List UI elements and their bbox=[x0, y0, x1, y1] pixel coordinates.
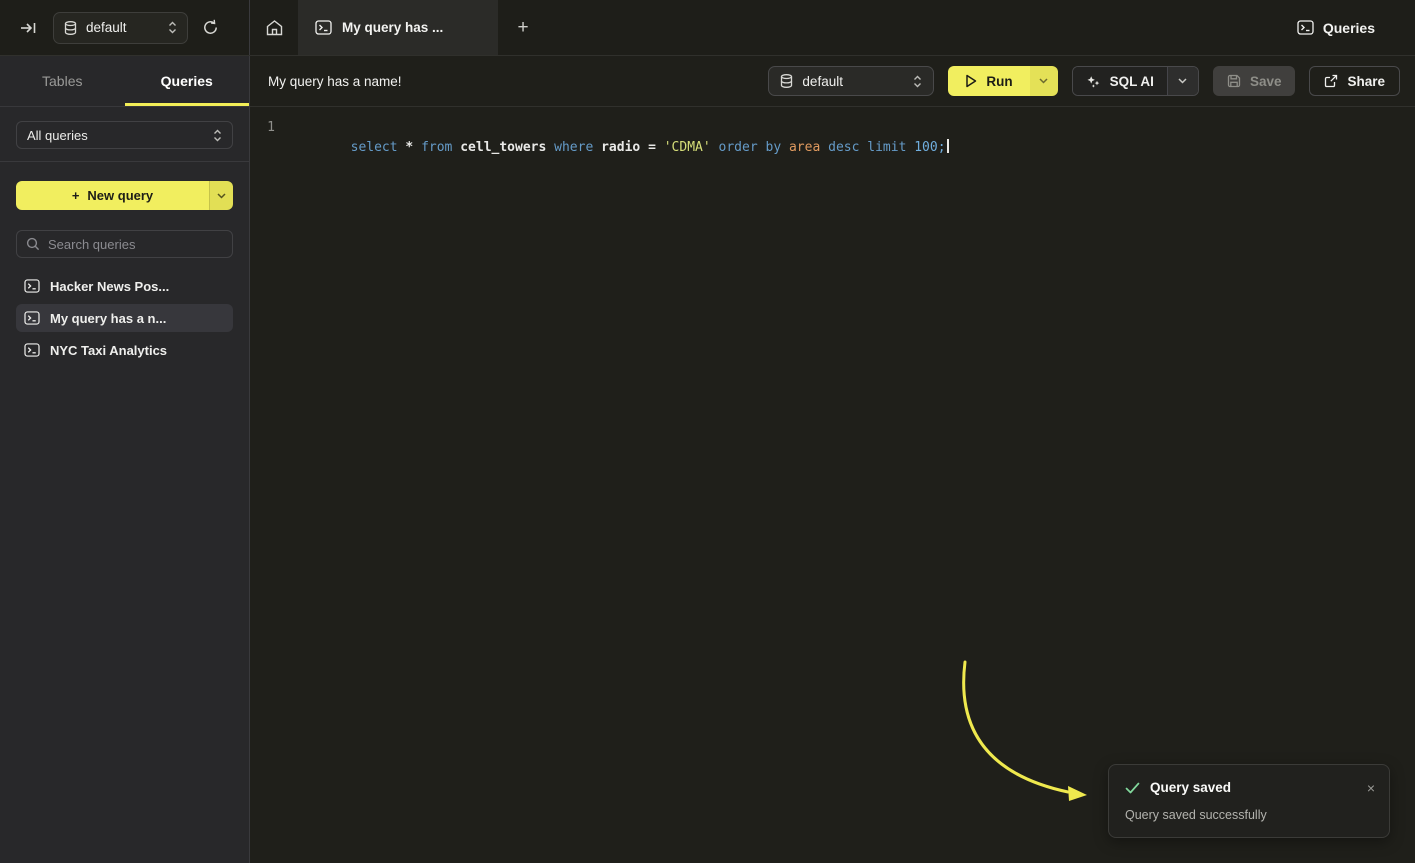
sql-token: by bbox=[766, 140, 789, 155]
play-icon bbox=[965, 74, 977, 88]
run-options-dropdown[interactable] bbox=[1030, 66, 1058, 96]
query-list-item[interactable]: My query has a n... bbox=[16, 304, 233, 332]
sql-token: = bbox=[648, 140, 664, 155]
sql-token: area bbox=[789, 140, 828, 155]
database-icon bbox=[780, 74, 793, 88]
top-bar-left: default bbox=[0, 0, 250, 55]
toolbar-database-selector[interactable]: default bbox=[768, 66, 934, 96]
refresh-icon[interactable] bbox=[202, 19, 219, 36]
chevron-down-icon bbox=[217, 193, 226, 199]
main-panel: My query has a name! default bbox=[250, 56, 1415, 863]
tab-tables-label: Tables bbox=[42, 73, 82, 89]
run-button-label: Run bbox=[986, 74, 1012, 89]
tab-queries[interactable]: Queries bbox=[125, 56, 250, 106]
query-header: My query has a name! default bbox=[250, 56, 1415, 107]
query-item-label: NYC Taxi Analytics bbox=[50, 343, 167, 358]
chevron-down-icon bbox=[1178, 78, 1187, 84]
sql-token: radio bbox=[601, 140, 648, 155]
query-terminal-icon bbox=[24, 343, 40, 357]
collapse-sidebar-icon[interactable] bbox=[20, 21, 37, 35]
new-query-dropdown[interactable] bbox=[209, 181, 233, 210]
sidebar: Tables Queries All queries + New query bbox=[0, 56, 250, 863]
sidebar-divider bbox=[0, 161, 249, 162]
query-list: Hacker News Pos... My query has a n... bbox=[16, 272, 233, 364]
sql-token: select bbox=[351, 140, 406, 155]
tab-strip: My query has ... + Queries bbox=[250, 0, 1415, 55]
tab-tables[interactable]: Tables bbox=[0, 56, 125, 106]
query-terminal-icon bbox=[24, 279, 40, 293]
sql-token: 100; bbox=[914, 140, 945, 155]
new-tab-button[interactable]: + bbox=[498, 0, 548, 55]
sql-ai-dropdown[interactable] bbox=[1167, 67, 1198, 95]
home-button[interactable] bbox=[250, 0, 298, 55]
query-list-item[interactable]: NYC Taxi Analytics bbox=[16, 336, 233, 364]
sparkles-icon bbox=[1086, 74, 1101, 89]
toast-query-saved: Query saved × Query saved successfully bbox=[1108, 764, 1390, 838]
share-button[interactable]: Share bbox=[1309, 66, 1400, 96]
sql-token: desc bbox=[828, 140, 867, 155]
line-number: 1 bbox=[250, 118, 288, 138]
toast-message: Query saved successfully bbox=[1125, 808, 1375, 822]
run-button-group: Run bbox=[948, 66, 1057, 96]
search-queries-input[interactable] bbox=[48, 237, 223, 252]
database-selector[interactable]: default bbox=[53, 12, 188, 44]
plus-icon: + bbox=[517, 17, 528, 39]
save-disk-icon bbox=[1227, 74, 1241, 88]
query-terminal-icon bbox=[24, 311, 40, 325]
tab-my-query[interactable]: My query has ... bbox=[298, 0, 498, 55]
sidebar-tabs: Tables Queries bbox=[0, 56, 249, 107]
sql-token: cell_towers bbox=[460, 140, 554, 155]
search-icon bbox=[26, 237, 40, 251]
query-item-label: Hacker News Pos... bbox=[50, 279, 169, 294]
query-filter-value: All queries bbox=[27, 128, 213, 143]
sql-token: * bbox=[405, 140, 421, 155]
top-bar: default bbox=[0, 0, 1415, 56]
queries-terminal-icon bbox=[1297, 20, 1314, 35]
sql-ai-button-group: SQL AI bbox=[1072, 66, 1199, 96]
save-button-label: Save bbox=[1250, 74, 1282, 89]
new-query-label: New query bbox=[87, 188, 153, 203]
query-list-item[interactable]: Hacker News Pos... bbox=[16, 272, 233, 300]
toolbar-database-value: default bbox=[802, 74, 904, 89]
new-query-button[interactable]: + New query bbox=[16, 181, 233, 210]
home-icon bbox=[266, 20, 283, 36]
plus-icon: + bbox=[72, 188, 80, 203]
sql-token: from bbox=[421, 140, 460, 155]
sql-token: 'CDMA' bbox=[664, 140, 719, 155]
run-button[interactable]: Run bbox=[948, 66, 1029, 96]
chevron-updown-icon bbox=[168, 21, 177, 34]
sql-token: limit bbox=[867, 140, 914, 155]
new-query-main[interactable]: + New query bbox=[16, 181, 209, 210]
query-terminal-icon bbox=[315, 20, 332, 35]
database-selector-value: default bbox=[86, 20, 159, 35]
save-button[interactable]: Save bbox=[1213, 66, 1296, 96]
tab-queries-label: Queries bbox=[161, 73, 213, 89]
search-queries-box[interactable] bbox=[16, 230, 233, 258]
toast-title: Query saved bbox=[1150, 780, 1357, 795]
share-button-label: Share bbox=[1347, 74, 1385, 89]
queries-indicator[interactable]: Queries bbox=[1297, 0, 1415, 55]
toast-close-icon[interactable]: × bbox=[1367, 781, 1375, 795]
chevron-updown-icon bbox=[913, 75, 922, 88]
toolbar: default Run bbox=[768, 66, 1400, 96]
chevron-down-icon bbox=[1039, 78, 1048, 84]
sql-token: order bbox=[719, 140, 766, 155]
query-item-label: My query has a n... bbox=[50, 311, 166, 326]
sql-ai-button[interactable]: SQL AI bbox=[1073, 67, 1167, 95]
share-export-icon bbox=[1324, 74, 1338, 88]
chevron-updown-icon bbox=[213, 129, 222, 142]
sql-token: where bbox=[554, 140, 601, 155]
page-title: My query has a name! bbox=[268, 74, 402, 89]
queries-indicator-label: Queries bbox=[1323, 20, 1375, 36]
query-filter-select[interactable]: All queries bbox=[16, 121, 233, 149]
code-line-content: select * from cell_towers where radio = … bbox=[351, 140, 946, 155]
sql-editor[interactable]: 1 select * from cell_towers where radio … bbox=[250, 107, 1415, 863]
tab-label: My query has ... bbox=[342, 20, 443, 35]
code-line[interactable]: select * from cell_towers where radio = … bbox=[288, 118, 949, 178]
check-icon bbox=[1125, 782, 1140, 794]
text-cursor bbox=[947, 139, 949, 153]
database-icon bbox=[64, 21, 77, 35]
sql-ai-label: SQL AI bbox=[1110, 74, 1154, 89]
